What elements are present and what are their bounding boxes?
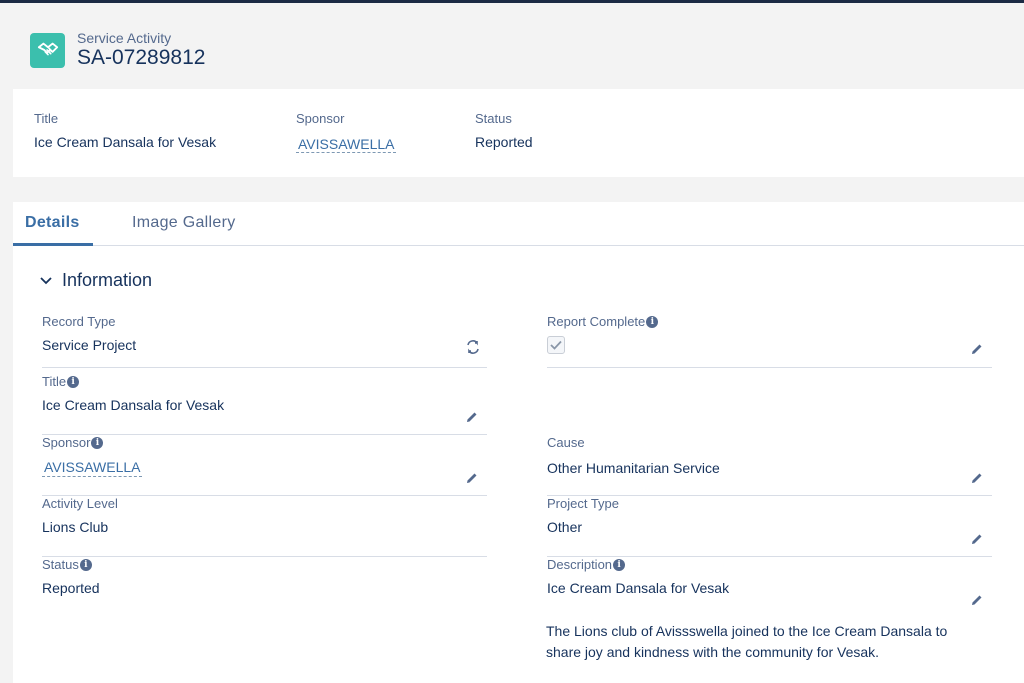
field-project-type-label: Project Type xyxy=(547,496,620,511)
pencil-icon[interactable] xyxy=(970,471,986,487)
check-icon xyxy=(550,340,562,350)
info-icon[interactable]: i xyxy=(67,376,80,388)
field-status-label: Status xyxy=(42,557,79,572)
field-status-label-row: Status i xyxy=(42,557,487,573)
report-complete-checkbox xyxy=(547,336,565,354)
info-icon[interactable]: i xyxy=(646,316,659,328)
details-card: Details Image Gallery Information Record… xyxy=(13,202,1024,683)
field-sponsor-label-row: Sponsor i xyxy=(42,435,487,451)
section-information[interactable]: Information xyxy=(40,270,152,291)
field-record-type-value: Service Project xyxy=(42,337,137,353)
highlight-sponsor: Sponsor AVISSAWELLA xyxy=(296,111,397,154)
tab-details[interactable]: Details xyxy=(13,214,93,246)
field-sponsor-link[interactable]: AVISSAWELLA xyxy=(42,459,143,477)
record-header: Service Activity SA-07289812 xyxy=(30,30,205,70)
tab-image-gallery[interactable]: Image Gallery xyxy=(120,214,248,246)
field-title: Title i Ice Cream Dansala for Vesak xyxy=(42,374,487,435)
highlights-panel: Title Ice Cream Dansala for Vesak Sponso… xyxy=(13,89,1024,177)
pencil-icon[interactable] xyxy=(465,410,481,426)
highlight-title: Title Ice Cream Dansala for Vesak xyxy=(34,111,216,150)
highlight-sponsor-label: Sponsor xyxy=(296,111,345,126)
change-record-type-icon[interactable] xyxy=(465,339,481,355)
field-report-complete: Report Complete i xyxy=(547,314,992,368)
field-activity-level-label: Activity Level xyxy=(42,496,118,511)
field-title-label: Title xyxy=(42,374,67,389)
field-cause: Cause Other Humanitarian Service xyxy=(547,435,992,496)
pencil-icon[interactable] xyxy=(970,342,986,358)
highlight-sponsor-link[interactable]: AVISSAWELLA xyxy=(296,136,397,153)
field-project-type-value: Other xyxy=(547,519,583,535)
field-status: Status i Reported xyxy=(42,557,487,618)
field-title-label-row: Title i xyxy=(42,374,487,390)
highlight-title-value: Ice Cream Dansala for Vesak xyxy=(34,134,217,150)
field-cause-value: Other Humanitarian Service xyxy=(547,460,720,476)
section-title: Information xyxy=(62,270,153,290)
field-title-value: Ice Cream Dansala for Vesak xyxy=(42,397,225,413)
field-description-label-row: Description i xyxy=(547,557,992,573)
field-activity-level: Activity Level Lions Club xyxy=(42,496,487,557)
field-cause-label: Cause xyxy=(547,435,585,450)
chevron-down-icon xyxy=(40,276,52,285)
pencil-icon[interactable] xyxy=(970,593,986,609)
handshake-icon xyxy=(30,32,65,68)
field-record-type: Record Type Service Project xyxy=(42,314,487,368)
field-sponsor: Sponsor i AVISSAWELLA xyxy=(42,435,487,496)
field-report-complete-label-row: Report Complete i xyxy=(547,314,992,330)
record-name: SA-07289812 xyxy=(77,46,206,69)
field-sponsor-label: Sponsor xyxy=(42,435,91,450)
field-report-complete-label: Report Complete xyxy=(547,314,646,329)
info-icon[interactable]: i xyxy=(91,437,104,449)
field-description: Description i Ice Cream Dansala for Vesa… xyxy=(547,557,992,618)
pencil-icon[interactable] xyxy=(970,532,986,548)
field-activity-level-value: Lions Club xyxy=(42,519,109,535)
highlight-status-value: Reported xyxy=(475,134,533,150)
tab-bar: Details Image Gallery xyxy=(13,202,1024,246)
field-project-type: Project Type Other xyxy=(547,496,992,557)
highlight-status: Status Reported xyxy=(475,111,533,150)
highlight-title-label: Title xyxy=(34,111,59,126)
top-bar xyxy=(0,0,1024,3)
field-record-type-label: Record Type xyxy=(42,314,116,329)
record-type-label: Service Activity xyxy=(77,30,172,46)
info-icon[interactable]: i xyxy=(613,559,626,571)
info-icon[interactable]: i xyxy=(79,559,92,571)
field-description-value: Ice Cream Dansala for Vesak xyxy=(547,580,730,596)
field-status-value: Reported xyxy=(42,580,100,596)
field-description-label: Description xyxy=(547,557,613,572)
field-description-body: The Lions club of Avissswella joined to … xyxy=(546,623,948,660)
highlight-status-label: Status xyxy=(475,111,512,126)
pencil-icon[interactable] xyxy=(465,471,481,487)
